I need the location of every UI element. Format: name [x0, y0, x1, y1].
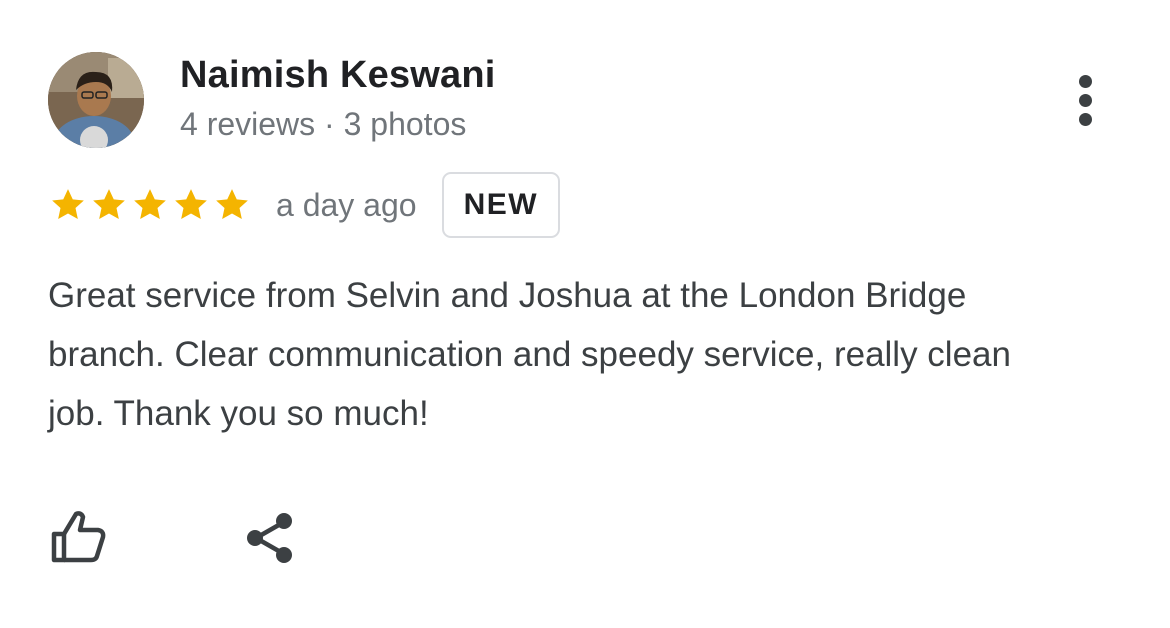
more-vert-icon: [1079, 113, 1092, 126]
star-icon: [93, 189, 125, 219]
star-icon: [216, 189, 248, 219]
more-vert-icon: [1079, 75, 1092, 88]
star-icon: [134, 189, 166, 219]
review-text: Great service from Selvin and Joshua at …: [48, 276, 1011, 433]
thumb-up-outline-icon: [51, 511, 106, 563]
author-meta: 4 reviews · 3 photos: [180, 106, 467, 142]
author-name[interactable]: Naimish Keswani: [180, 54, 496, 97]
more-vert-icon: [1079, 94, 1092, 107]
star-icon: [52, 189, 84, 219]
review-time: a day ago: [276, 186, 417, 223]
star-rating: [48, 185, 253, 225]
like-button[interactable]: [44, 504, 110, 570]
share-icon: [247, 513, 292, 563]
new-badge: NEW: [441, 172, 561, 238]
share-button[interactable]: [238, 506, 304, 572]
star-icon: [175, 189, 207, 219]
avatar[interactable]: [48, 52, 144, 148]
rating-row: a day ago NEW: [48, 172, 561, 238]
avatar-photo: [48, 52, 144, 148]
more-options-button[interactable]: [1062, 68, 1110, 132]
